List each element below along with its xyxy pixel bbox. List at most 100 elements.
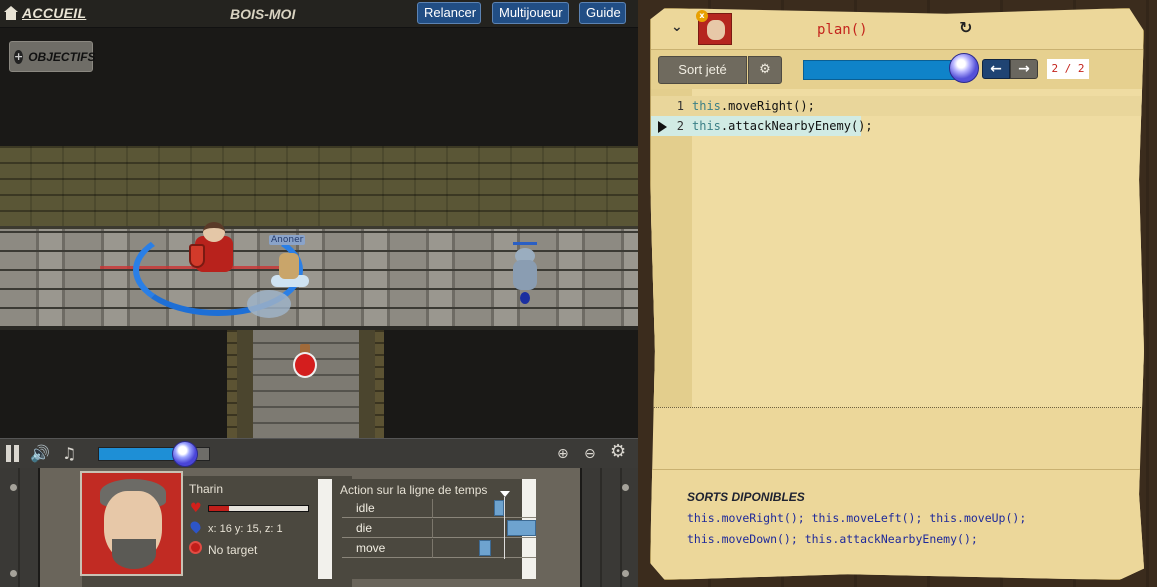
home-icon [4, 6, 18, 20]
timeline-row[interactable]: die [342, 519, 536, 538]
hud-panel: Tharin ♥ x: 16 y: 15, z: 1 No target Act… [40, 468, 580, 587]
health-potion[interactable] [292, 344, 318, 380]
line-gutter [651, 89, 692, 407]
timeline-row[interactable]: move [342, 539, 536, 558]
action-bar-move [479, 540, 491, 556]
scrubber-knob[interactable] [171, 441, 198, 467]
code-toolbar: Sort jeté ⚙ ← → 2 / 2 [651, 49, 1144, 89]
row-separator [432, 539, 433, 558]
method-call: .moveRight(); [720, 99, 815, 113]
hud-frame-right [580, 468, 638, 587]
home-link[interactable]: ACCUEIL [4, 5, 86, 21]
hero-tharin[interactable] [185, 214, 243, 284]
music-icon[interactable]: ♫ [62, 445, 76, 463]
playback-scrubber[interactable] [98, 441, 210, 467]
arrow-right-icon[interactable]: → [1010, 59, 1038, 79]
line-text: this.attackNearbyEnemy(); [692, 116, 873, 136]
heart-icon: ♥ [190, 501, 202, 516]
game-area: ACCUEIL BOIS-MOI Relancer Multijoueur Gu… [0, 0, 638, 587]
hero-target: No target [208, 543, 258, 557]
bolt [10, 484, 17, 491]
code-line[interactable]: 1 this.moveRight(); [651, 96, 1144, 116]
cast-button[interactable]: Sort jeté [658, 56, 747, 84]
hud-frame-left [0, 468, 40, 587]
hero-name: Tharin [189, 482, 224, 496]
codecombat-level: ACCUEIL BOIS-MOI Relancer Multijoueur Gu… [0, 0, 1157, 587]
pause-icon[interactable] [6, 445, 22, 466]
bolt [622, 570, 629, 577]
palette-row[interactable]: this.moveDown(); this.attackNearbyEnemy(… [687, 532, 978, 546]
hero-coordinates: x: 16 y: 15, z: 1 [208, 523, 283, 535]
health-fill [209, 506, 229, 511]
row-separator [432, 519, 433, 538]
code-panel: ⌄ x plan() ↻ Sort jeté ⚙ ← → 2 / 2 1 thi… [638, 0, 1157, 587]
action-label: move [356, 541, 386, 555]
hero-head [203, 222, 225, 242]
settings-icon[interactable]: ⚙ [610, 443, 626, 461]
timeline-title: Action sur la ligne de temps [340, 483, 488, 497]
home-label: ACCUEIL [22, 5, 87, 21]
action-label: idle [356, 501, 375, 515]
plus-icon: + [14, 49, 24, 64]
guide-button[interactable]: Guide [579, 2, 626, 24]
step-slider-knob[interactable] [949, 53, 979, 83]
hud: Tharin ♥ x: 16 y: 15, z: 1 No target Act… [0, 468, 638, 587]
top-bar: ACCUEIL BOIS-MOI Relancer Multijoueur Gu… [0, 0, 638, 28]
enemy-body [513, 260, 537, 290]
game-world[interactable]: + OBJECTIFS Anoner [0, 28, 638, 438]
ally-body [279, 253, 299, 279]
playback-controls: 🔊 ♫ ⊕ ⊖ ⚙ [0, 438, 638, 468]
code-line-active[interactable]: 2 this.attackNearbyEnemy(); [651, 116, 1144, 136]
zoom-in-icon[interactable]: ⊕ [557, 445, 569, 463]
keyword-this: this [692, 119, 721, 133]
multiplayer-button[interactable]: Multijoueur [492, 2, 569, 24]
restart-button[interactable]: Relancer [417, 2, 481, 24]
level-title: BOIS-MOI [230, 6, 296, 22]
code-editor[interactable]: 1 this.moveRight(); 2 this.attackNearbyE… [651, 89, 1144, 407]
dungeon-wall-top [0, 146, 638, 226]
hero-portrait [80, 471, 183, 576]
close-badge-icon[interactable]: x [696, 10, 708, 22]
spell-palette: SORTS DIPONIBLES this.moveRight(); this.… [651, 469, 1144, 579]
health-bar [208, 505, 309, 512]
potion-flask [293, 352, 317, 378]
timeline-row[interactable]: idle [342, 499, 536, 518]
line-number: 1 [676, 99, 684, 113]
step-slider[interactable] [803, 60, 965, 80]
reload-icon[interactable]: ↻ [959, 18, 972, 37]
action-bar-die [507, 520, 536, 536]
action-bar-idle [493, 500, 505, 516]
spell-hero-avatar[interactable]: x [696, 10, 732, 45]
step-counter: 2 / 2 [1047, 59, 1089, 79]
spell-header: ⌄ x plan() ↻ [651, 9, 1144, 49]
timeline-cursor [504, 497, 505, 559]
palette-title: SORTS DIPONIBLES [687, 490, 805, 504]
target-icon [189, 541, 202, 554]
timeline-marker [500, 491, 510, 497]
objectives-label: OBJECTIFS [28, 49, 96, 64]
volume-icon[interactable]: 🔊 [30, 445, 50, 463]
enemy-target-marker [520, 292, 530, 304]
row-separator [432, 499, 433, 518]
hero-shield [189, 244, 205, 268]
arrow-left-icon[interactable]: ← [982, 59, 1010, 79]
spell-name: plan() [817, 22, 868, 38]
palette-row[interactable]: this.moveRight(); this.moveLeft(); this.… [687, 511, 1026, 525]
enemy-soldier[interactable] [505, 242, 545, 308]
zoom-out-icon[interactable]: ⊖ [584, 445, 596, 463]
action-timeline[interactable]: Action sur la ligne de temps idle die mo… [318, 479, 536, 579]
line-text: this.moveRight(); [692, 96, 815, 116]
bolt [622, 484, 629, 491]
enemy-health-bar [513, 242, 537, 245]
spell-scroll: ⌄ x plan() ↻ Sort jeté ⚙ ← → 2 / 2 1 thi… [650, 8, 1144, 580]
ally-name-tag: Anoner [269, 235, 306, 245]
action-label: die [356, 521, 373, 535]
avatar-face [707, 20, 725, 40]
line-number: 2 [676, 119, 684, 133]
portrait-beard [112, 539, 156, 569]
objectives-button[interactable]: + OBJECTIFS [9, 41, 96, 72]
ally-anoner[interactable]: Anoner [269, 235, 311, 295]
gear-icon[interactable]: ⚙ [748, 56, 782, 84]
chevron-down-icon[interactable]: ⌄ [671, 19, 683, 35]
editor-divider [651, 407, 1144, 408]
